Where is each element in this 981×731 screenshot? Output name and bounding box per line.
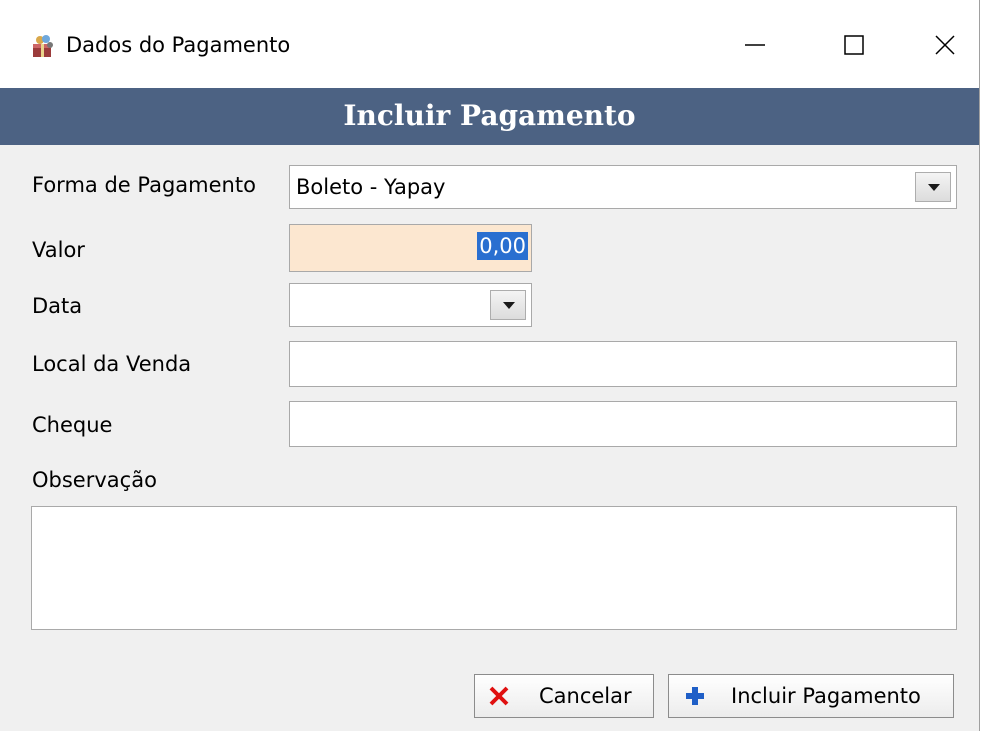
include-payment-button[interactable]: Incluir Pagamento [668, 674, 954, 718]
data-label: Data [32, 294, 83, 318]
cancel-label: Cancelar [539, 684, 632, 708]
window-title: Dados do Pagamento [66, 33, 291, 57]
header-title: Incluir Pagamento [0, 88, 979, 145]
cheque-label: Cheque [32, 413, 113, 437]
valor-input[interactable]: 0,00 [289, 224, 532, 272]
plus-icon [686, 687, 704, 705]
data-date-picker[interactable] [289, 283, 532, 327]
title-bar[interactable]: Dados do Pagamento [0, 0, 979, 88]
forma-pagamento-select[interactable]: Boleto - Yapay [289, 165, 957, 209]
dialog-window: Dados do Pagamento Incluir Pagamento For… [0, 0, 980, 731]
valor-value: 0,00 [477, 232, 528, 260]
valor-label: Valor [32, 238, 85, 262]
forma-label: Forma de Pagamento [32, 173, 256, 197]
local-label: Local da Venda [32, 352, 192, 376]
minimize-button[interactable] [720, 14, 790, 74]
minimize-icon [745, 44, 765, 46]
cancel-button[interactable]: Cancelar [474, 674, 654, 718]
cheque-input[interactable] [289, 401, 957, 447]
app-icon [33, 35, 53, 57]
close-icon [935, 35, 955, 55]
chevron-down-icon [928, 184, 940, 191]
forma-dropdown-button[interactable] [915, 172, 951, 202]
data-dropdown-button[interactable] [490, 290, 526, 320]
local-venda-input[interactable] [289, 341, 957, 387]
include-payment-label: Incluir Pagamento [731, 684, 921, 708]
forma-value: Boleto - Yapay [296, 175, 446, 199]
observacao-label: Observação [32, 468, 157, 492]
chevron-down-icon [503, 302, 515, 309]
maximize-button[interactable] [819, 14, 889, 74]
close-x-icon [489, 686, 509, 706]
close-button[interactable] [910, 14, 980, 74]
maximize-icon [844, 35, 864, 55]
observacao-textarea[interactable] [31, 506, 957, 630]
